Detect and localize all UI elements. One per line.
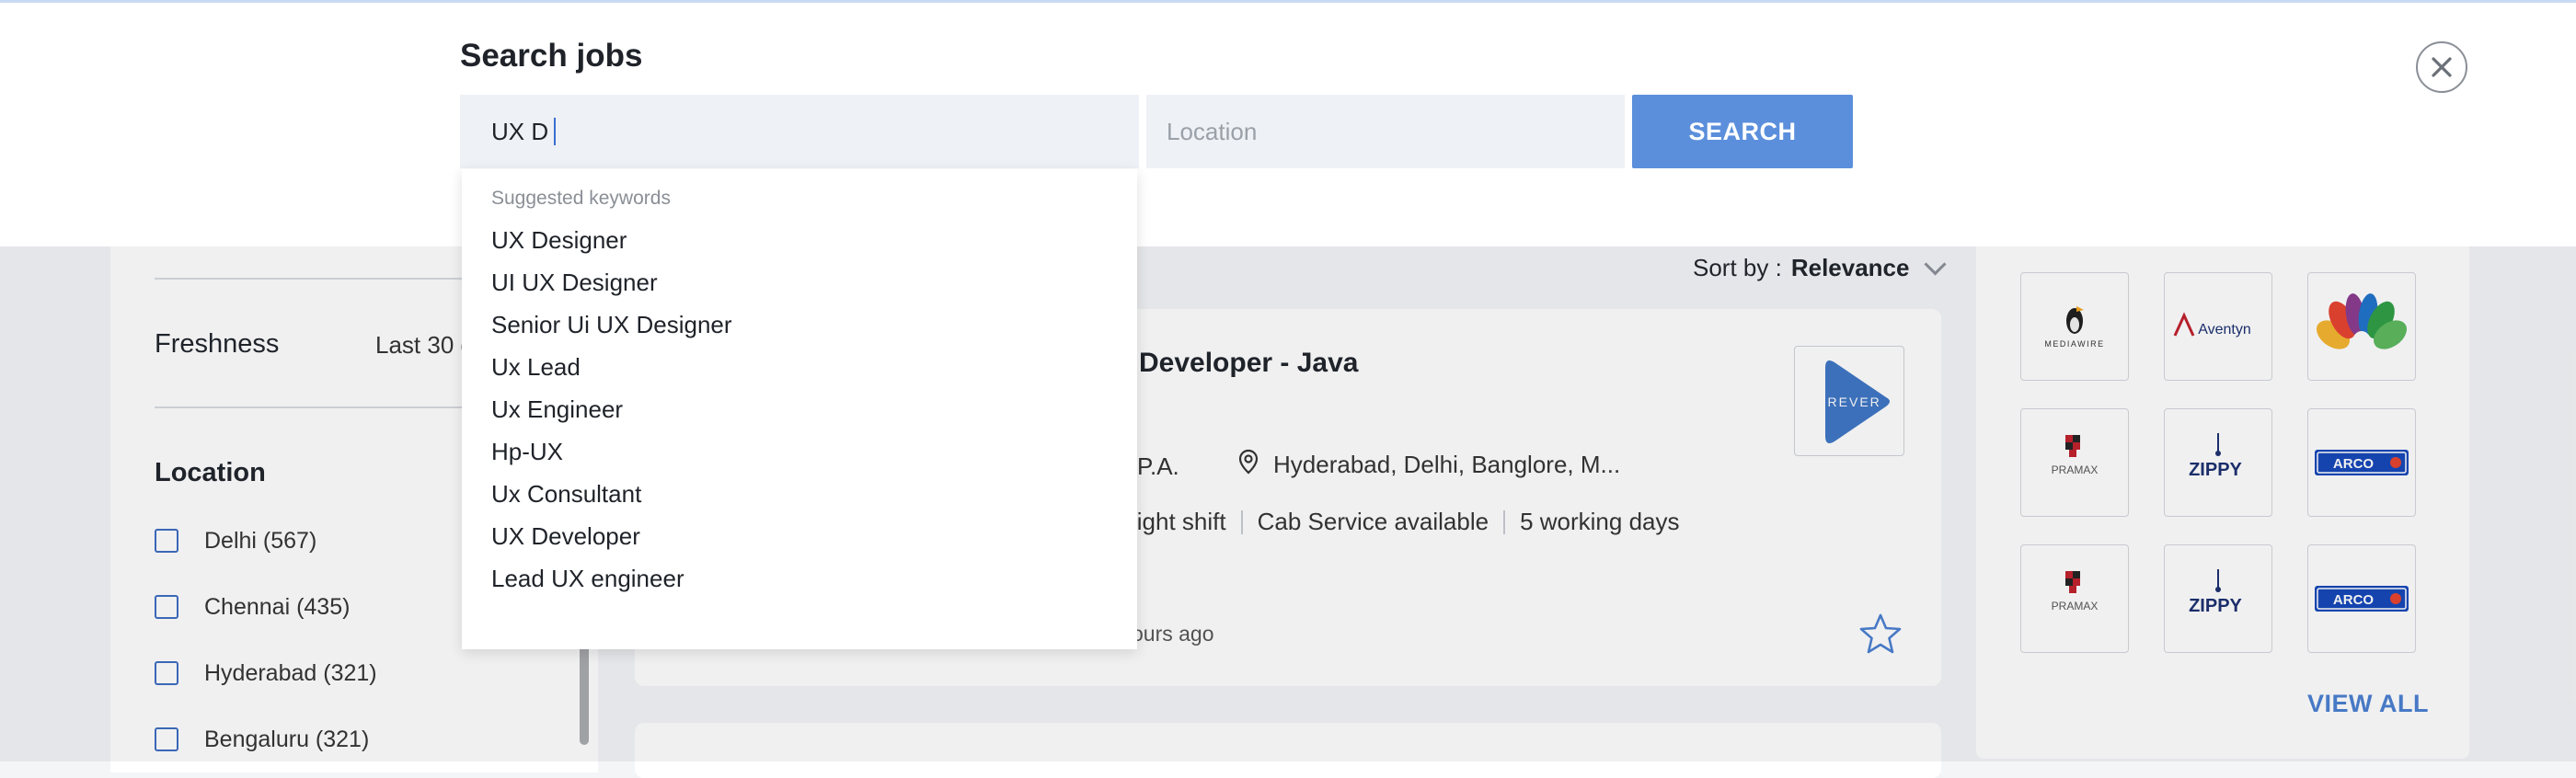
company-tile[interactable]: Aventyn bbox=[2164, 272, 2272, 381]
svg-text:PREVER: PREVER bbox=[1817, 395, 1881, 409]
tag-separator bbox=[1503, 509, 1506, 534]
location-filter-label: Bengaluru (321) bbox=[204, 726, 370, 752]
job-tag: Cab Service available bbox=[1257, 508, 1489, 535]
zippy-logo-icon: ZIPPY bbox=[2189, 433, 2243, 480]
arco-logo-icon: ARCO bbox=[2315, 450, 2409, 475]
job-tags: light shift Cab Service available 5 work… bbox=[1132, 508, 1680, 536]
svg-text:Aventyn: Aventyn bbox=[2198, 322, 2251, 338]
company-name: P.A. bbox=[1137, 452, 1179, 480]
suggestions-dropdown: Suggested keywords UX Designer UI UX Des… bbox=[462, 169, 1137, 649]
close-icon bbox=[2432, 57, 2452, 77]
prever-logo-icon: PREVER bbox=[1817, 360, 1890, 443]
search-panel: Search jobs UX D SEARCH bbox=[0, 0, 2576, 246]
svg-text:ARCO: ARCO bbox=[2333, 456, 2374, 472]
location-filter-chennai[interactable]: Chennai (435) bbox=[155, 589, 350, 625]
mediawire-logo-icon: MEDIAWIRE bbox=[2044, 306, 2104, 349]
svg-text:ARCO: ARCO bbox=[2333, 592, 2374, 608]
company-tile[interactable]: ARCO bbox=[2307, 408, 2416, 517]
freshness-dropdown[interactable]: Last 30 d bbox=[375, 331, 474, 360]
suggestion-item[interactable]: Hp-UX bbox=[491, 438, 563, 466]
search-button[interactable]: SEARCH bbox=[1632, 95, 1853, 168]
tag-separator bbox=[1240, 509, 1243, 534]
job-tag: light shift bbox=[1132, 508, 1226, 535]
filters-scrollbar[interactable] bbox=[580, 644, 589, 745]
location-filter-label: Hyderabad (321) bbox=[204, 659, 377, 686]
suggestion-item[interactable]: Ux Consultant bbox=[491, 480, 641, 509]
location-filter-bengaluru[interactable]: Bengaluru (321) bbox=[155, 721, 369, 758]
job-location: Hyderabad, Delhi, Banglore, M... bbox=[1238, 449, 1620, 481]
keyword-search-input[interactable]: UX D bbox=[460, 95, 1139, 168]
keyword-input-value: UX D bbox=[491, 117, 549, 145]
checkbox[interactable] bbox=[155, 727, 178, 751]
svg-text:ZIPPY: ZIPPY bbox=[2189, 596, 2242, 616]
svg-text:ZIPPY: ZIPPY bbox=[2189, 460, 2242, 480]
companies-panel: MEDIAWIRE Aventyn PRAMAX ZIPPY ARCO PRAM… bbox=[1976, 221, 2469, 759]
arco-logo-icon: ARCO bbox=[2315, 586, 2409, 612]
company-tile[interactable]: ZIPPY bbox=[2164, 408, 2272, 517]
suggestion-item[interactable]: UX Developer bbox=[491, 522, 640, 551]
checkbox[interactable] bbox=[155, 661, 178, 685]
suggestion-item[interactable]: UI UX Designer bbox=[491, 269, 658, 297]
location-filter-delhi[interactable]: Delhi (567) bbox=[155, 522, 316, 559]
job-title[interactable]: Developer - Java bbox=[1139, 348, 1358, 379]
pramax-logo-icon: PRAMAX bbox=[2052, 571, 2099, 612]
company-tile[interactable]: ARCO bbox=[2307, 544, 2416, 653]
company-tile[interactable]: PRAMAX bbox=[2020, 408, 2129, 517]
company-tile[interactable]: MEDIAWIRE bbox=[2020, 272, 2129, 381]
suggestion-item[interactable]: Lead UX engineer bbox=[491, 565, 684, 593]
svg-text:PRAMAX: PRAMAX bbox=[2052, 463, 2099, 476]
search-title: Search jobs bbox=[460, 38, 643, 74]
suggestion-item[interactable]: Senior Ui UX Designer bbox=[491, 311, 732, 339]
close-button[interactable] bbox=[2416, 41, 2467, 93]
map-pin-icon bbox=[1238, 449, 1259, 481]
suggestions-heading: Suggested keywords bbox=[491, 188, 671, 209]
view-all-link[interactable]: VIEW ALL bbox=[2307, 690, 2429, 718]
chevron-down-icon bbox=[1924, 253, 1948, 276]
posted-time: ours ago bbox=[1132, 622, 1214, 646]
location-filter-label: Delhi (567) bbox=[204, 527, 317, 554]
job-card[interactable] bbox=[635, 723, 1941, 778]
location-input[interactable] bbox=[1146, 95, 1625, 168]
company-tile[interactable]: PRAMAX bbox=[2020, 544, 2129, 653]
company-tile[interactable]: ZIPPY bbox=[2164, 544, 2272, 653]
aventyn-logo-icon: Aventyn bbox=[2173, 312, 2251, 338]
nbc-peacock-logo-icon bbox=[2316, 293, 2408, 353]
text-caret bbox=[554, 118, 557, 145]
location-filter-heading: Location bbox=[155, 458, 266, 487]
company-logo[interactable]: PREVER bbox=[1794, 346, 1904, 456]
checkbox[interactable] bbox=[155, 595, 178, 619]
location-filter-hyderabad[interactable]: Hyderabad (321) bbox=[155, 655, 377, 692]
checkbox[interactable] bbox=[155, 529, 178, 553]
job-location-text: Hyderabad, Delhi, Banglore, M... bbox=[1273, 451, 1621, 478]
freshness-label: Freshness bbox=[155, 329, 280, 359]
suggestion-item[interactable]: Ux Lead bbox=[491, 353, 581, 382]
location-filter-label: Chennai (435) bbox=[204, 593, 351, 620]
zippy-logo-icon: ZIPPY bbox=[2189, 569, 2243, 616]
job-tag: 5 working days bbox=[1520, 508, 1680, 535]
svg-text:MEDIAWIRE: MEDIAWIRE bbox=[2044, 339, 2104, 349]
svg-text:PRAMAX: PRAMAX bbox=[2052, 600, 2099, 612]
sort-value: Relevance bbox=[1790, 254, 1910, 281]
sort-label: Sort by : bbox=[1693, 254, 1782, 281]
suggestion-item[interactable]: UX Designer bbox=[491, 226, 627, 255]
sort-control[interactable]: Sort by : Relevance bbox=[1693, 253, 1948, 282]
suggestion-item[interactable]: Ux Engineer bbox=[491, 395, 623, 424]
star-icon[interactable] bbox=[1858, 612, 1903, 659]
company-tile[interactable] bbox=[2307, 272, 2416, 381]
pramax-logo-icon: PRAMAX bbox=[2052, 435, 2099, 476]
